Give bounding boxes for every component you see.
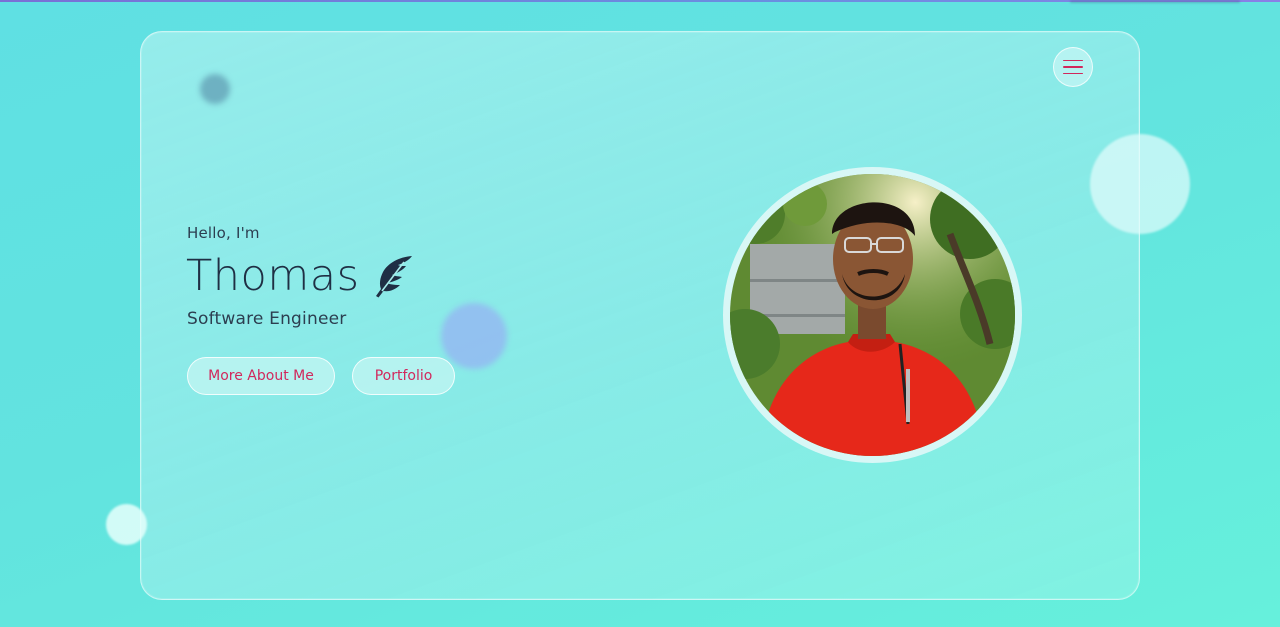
profile-photo-image bbox=[730, 174, 1015, 456]
menu-button[interactable] bbox=[1053, 47, 1093, 87]
name-heading: Thomas bbox=[186, 250, 415, 302]
top-shadow bbox=[1070, 0, 1240, 3]
greeting-text: Hello, I'm bbox=[187, 224, 260, 242]
portfolio-button[interactable]: Portfolio bbox=[352, 357, 455, 395]
decorative-blob-blue bbox=[441, 303, 507, 369]
decorative-blob-white-left bbox=[106, 504, 147, 545]
decorative-blob-white-right bbox=[1090, 134, 1190, 234]
hamburger-menu-icon bbox=[1063, 59, 1083, 62]
job-title: Software Engineer bbox=[187, 309, 347, 329]
profile-photo bbox=[723, 167, 1022, 463]
feather-icon bbox=[376, 256, 413, 298]
more-about-me-button[interactable]: More About Me bbox=[187, 357, 335, 395]
decorative-blob-dark bbox=[200, 74, 230, 104]
name-text: Thomas bbox=[186, 251, 360, 301]
